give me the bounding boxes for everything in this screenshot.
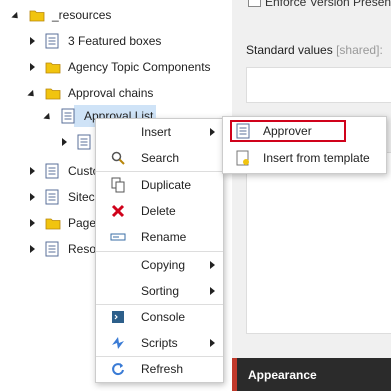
- tree-item-page[interactable]: Page: [27, 210, 96, 236]
- standard-values-field[interactable]: [246, 67, 391, 103]
- menu-item-duplicate[interactable]: Duplicate: [96, 172, 223, 198]
- menu-item-label: Duplicate: [141, 178, 192, 192]
- tree-item-label: Agency Topic Components: [68, 60, 211, 74]
- document-icon: [45, 241, 59, 257]
- menu-item-sorting[interactable]: Sorting: [96, 278, 223, 304]
- expanded-arrow-icon[interactable]: [11, 10, 21, 21]
- tree-item-resou[interactable]: Resou: [27, 236, 103, 262]
- menu-item-label: Insert: [141, 125, 172, 139]
- appearance-section-header[interactable]: Appearance: [232, 358, 391, 391]
- menu-item-label: Delete: [141, 204, 176, 218]
- refresh-icon: [110, 361, 126, 377]
- tree-item-label: 3 Featured boxes: [68, 34, 162, 48]
- rename-icon: [110, 229, 126, 245]
- menu-item-rename[interactable]: Rename: [96, 224, 223, 250]
- expanded-arrow-icon[interactable]: [43, 111, 53, 122]
- submenu-arrow-icon: [210, 128, 215, 136]
- menu-item-copying[interactable]: Copying: [96, 252, 223, 278]
- folder-icon: [45, 217, 61, 230]
- insert-template-icon: [236, 150, 252, 166]
- submenu-arrow-icon: [210, 339, 215, 347]
- section-accent-bar: [232, 358, 237, 391]
- menu-item-label: Sorting: [141, 284, 180, 298]
- search-icon: [110, 150, 126, 166]
- collapsed-arrow-icon[interactable]: [27, 244, 37, 254]
- tree-item-agency-topic-components[interactable]: Agency Topic Components: [27, 54, 211, 80]
- standard-values-label: Standard values [shared]:: [246, 43, 383, 57]
- submenu-arrow-icon: [210, 287, 215, 295]
- tree-item-label: Approval chains: [68, 86, 154, 100]
- folder-icon: [45, 61, 61, 74]
- tree-item-siteco[interactable]: Siteco: [27, 184, 101, 210]
- collapsed-arrow-icon[interactable]: [27, 218, 37, 228]
- menu-item-scripts[interactable]: Scripts: [96, 330, 223, 356]
- enforce-version-label: Enforce Version Presence: [265, 0, 391, 9]
- menu-item-label: Copying: [141, 258, 186, 272]
- item-editor-panel: Enforce Version Presence Standard values…: [232, 0, 391, 391]
- collapsed-arrow-icon[interactable]: [27, 192, 37, 202]
- field-area[interactable]: [246, 152, 391, 334]
- submenu-item-label: Insert from template: [263, 151, 370, 165]
- context-menu: Insert Search Duplicate Delete Rename Co…: [95, 118, 224, 383]
- document-icon: [45, 163, 59, 179]
- tree-item-custo[interactable]: Custo: [27, 158, 99, 184]
- submenu-item-label: Approver: [263, 124, 312, 138]
- approver-icon: [236, 123, 252, 139]
- tree-item-featured-boxes[interactable]: 3 Featured boxes: [27, 28, 161, 54]
- collapsed-arrow-icon[interactable]: [27, 36, 37, 46]
- document-icon: [45, 189, 59, 205]
- menu-item-label: Console: [141, 310, 186, 324]
- expanded-arrow-icon[interactable]: [27, 88, 37, 99]
- menu-item-label: Search: [141, 151, 180, 165]
- submenu-item-insert-from-template[interactable]: Insert from template: [223, 145, 386, 171]
- tree-item-resources[interactable]: _resources: [11, 2, 111, 28]
- appearance-label: Appearance: [248, 368, 317, 382]
- shared-tag: [shared]:: [336, 43, 383, 57]
- document-icon: [77, 134, 91, 150]
- menu-item-delete[interactable]: Delete: [96, 198, 223, 224]
- menu-item-insert[interactable]: Insert: [96, 119, 223, 145]
- menu-item-label: Scripts: [141, 336, 178, 350]
- submenu-arrow-icon: [210, 261, 215, 269]
- tree-item-approval-list-child[interactable]: [59, 129, 100, 155]
- tree-item-label: _resources: [52, 8, 112, 22]
- standard-values-text: Standard values: [246, 43, 333, 57]
- enforce-version-checkbox[interactable]: [248, 0, 261, 7]
- collapsed-arrow-icon[interactable]: [27, 166, 37, 176]
- folder-icon: [45, 87, 61, 100]
- scripts-icon: [110, 335, 126, 351]
- insert-submenu: Approver Insert from template: [222, 116, 387, 174]
- menu-item-console[interactable]: Console: [96, 304, 223, 330]
- submenu-item-approver[interactable]: Approver: [223, 118, 386, 144]
- folder-icon: [29, 9, 45, 22]
- console-icon: [110, 309, 126, 325]
- document-icon: [45, 33, 59, 49]
- collapsed-arrow-icon[interactable]: [27, 62, 37, 72]
- delete-icon: [110, 203, 126, 219]
- document-icon: [61, 108, 75, 124]
- menu-item-refresh[interactable]: Refresh: [96, 356, 223, 382]
- collapsed-arrow-icon[interactable]: [59, 137, 69, 147]
- menu-item-search[interactable]: Search: [96, 145, 223, 171]
- menu-item-label: Rename: [141, 230, 187, 244]
- menu-item-label: Refresh: [141, 362, 184, 376]
- duplicate-icon: [110, 177, 126, 193]
- tree-item-label: Page: [68, 216, 97, 230]
